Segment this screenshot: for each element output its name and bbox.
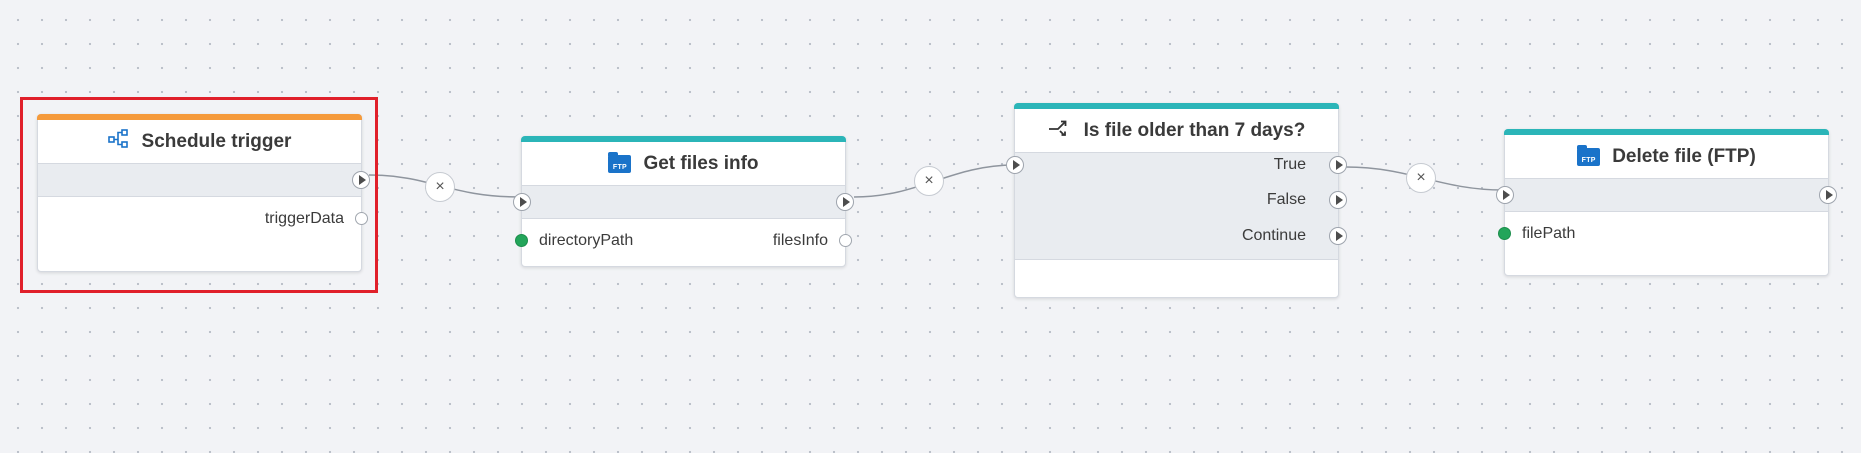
condition-node[interactable]: Is file older than 7 days? True False Co… bbox=[1006, 103, 1347, 298]
branch-icon bbox=[1048, 118, 1072, 144]
ftp-icon: FTP bbox=[608, 152, 632, 173]
branch-label-continue: Continue bbox=[1241, 227, 1306, 244]
node-title-text: Delete file (FTP) bbox=[1612, 146, 1756, 167]
node-title[interactable]: FTP Delete file (FTP) bbox=[1505, 136, 1828, 179]
exec-input-port[interactable] bbox=[1496, 186, 1514, 204]
input-label-directoryPath: directoryPath bbox=[539, 232, 634, 249]
node-title[interactable]: Is file older than 7 days? bbox=[1015, 110, 1338, 153]
data-input-port-filePath[interactable] bbox=[1498, 227, 1511, 240]
exec-input-port[interactable] bbox=[513, 193, 531, 211]
exec-output-port[interactable] bbox=[1819, 186, 1837, 204]
flow-canvas[interactable]: × × × Schedule trigger triggerData FTP G… bbox=[0, 0, 1861, 453]
exec-row bbox=[1505, 179, 1828, 212]
remove-connection-button-3[interactable]: × bbox=[1406, 163, 1436, 193]
node-title-text: Get files info bbox=[643, 153, 759, 174]
branch-output-port-continue[interactable] bbox=[1329, 227, 1347, 245]
data-input-port-directoryPath[interactable] bbox=[515, 234, 528, 247]
node-title-text: Is file older than 7 days? bbox=[1083, 120, 1306, 141]
close-icon: × bbox=[924, 172, 934, 189]
ftp-icon: FTP bbox=[1577, 145, 1601, 166]
exec-input-port[interactable] bbox=[1006, 156, 1024, 174]
delete-file-node[interactable]: FTP Delete file (FTP) filePath bbox=[1496, 129, 1837, 276]
close-icon: × bbox=[1416, 169, 1426, 186]
branch-label-true: True bbox=[1273, 156, 1306, 173]
exec-output-port[interactable] bbox=[836, 193, 854, 211]
branch-label-false: False bbox=[1266, 191, 1306, 208]
node-header-bar bbox=[1504, 129, 1829, 135]
branch-output-port-false[interactable] bbox=[1329, 191, 1347, 209]
branch-output-port-true[interactable] bbox=[1329, 156, 1347, 174]
selection-highlight bbox=[20, 97, 378, 293]
exec-row bbox=[522, 186, 845, 219]
data-output-port-filesInfo[interactable] bbox=[839, 234, 852, 247]
output-label-filesInfo: filesInfo bbox=[772, 232, 828, 249]
node-header-bar bbox=[1014, 103, 1339, 109]
close-icon: × bbox=[435, 178, 445, 195]
node-header-bar bbox=[521, 136, 846, 142]
get-files-info-node[interactable]: FTP Get files info directoryPath filesIn… bbox=[513, 136, 854, 267]
node-title[interactable]: FTP Get files info bbox=[522, 143, 845, 186]
input-label-filePath: filePath bbox=[1522, 225, 1576, 242]
remove-connection-button-1[interactable]: × bbox=[425, 172, 455, 202]
remove-connection-button-2[interactable]: × bbox=[914, 166, 944, 196]
